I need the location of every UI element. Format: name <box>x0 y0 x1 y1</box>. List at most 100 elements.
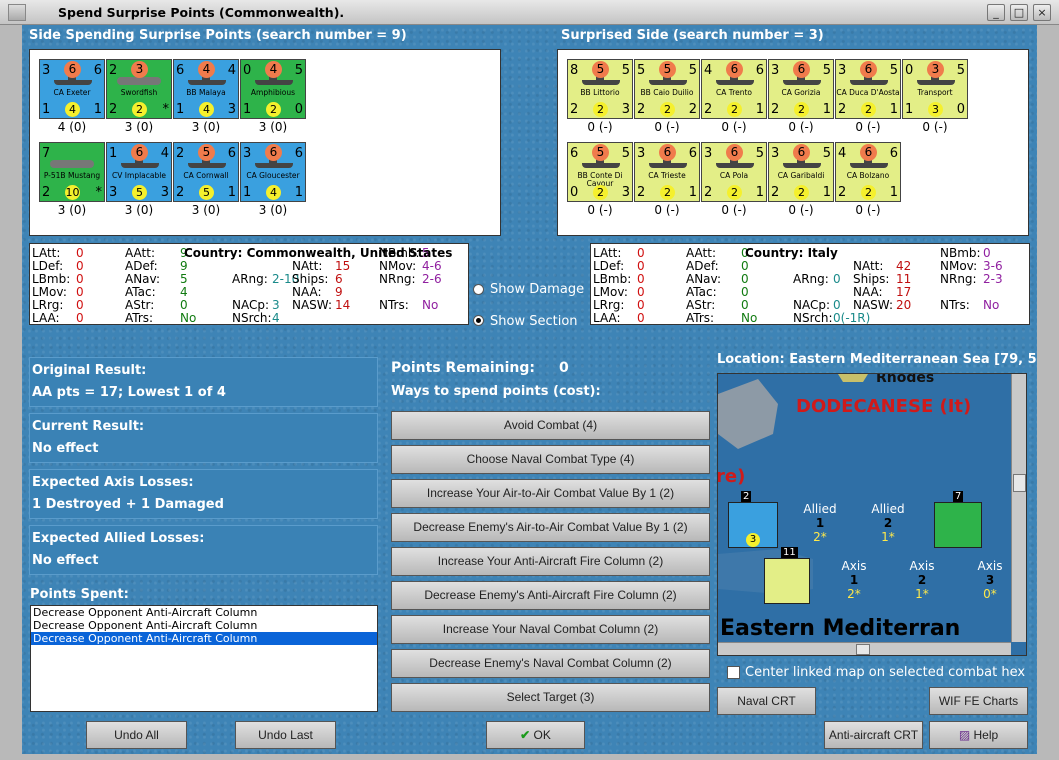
undo-last-button[interactable]: Undo Last <box>235 721 336 749</box>
points-remaining-label: Points Remaining: <box>391 360 536 376</box>
unit-counter[interactable]: 6 5 5 BB Conte Di Cavour 0 2 3 <box>567 142 633 202</box>
counter-bl: 1 <box>243 102 252 117</box>
spend-action-button[interactable]: Select Target (3) <box>391 683 710 712</box>
points-spent-item[interactable]: Decrease Opponent Anti-Aircraft Column <box>31 632 377 645</box>
center-linked-checkbox[interactable] <box>727 666 740 679</box>
counter-points-label: 0 (-) <box>922 120 948 134</box>
unit-counter[interactable]: 3 6 5 CA Duca D'Aosta 2 2 1 <box>835 59 901 119</box>
map-stack-axis[interactable]: 11 <box>764 547 810 604</box>
maximize-button[interactable]: □ <box>1010 4 1028 21</box>
points-spent-list[interactable]: Decrease Opponent Anti-Aircraft Column De… <box>30 605 378 712</box>
region-label: re) <box>717 466 746 487</box>
spend-action-button[interactable]: Choose Naval Combat Type (4) <box>391 445 710 474</box>
unit-counter[interactable]: 5 5 5 BB Caio Duilio 2 2 2 <box>634 59 700 119</box>
unit-counter[interactable]: 4 6 6 CA Bolzano 2 2 1 <box>835 142 901 202</box>
counter-tc: 6 <box>726 144 743 161</box>
stat-value: 0 <box>983 246 991 260</box>
stat-key: NRng: <box>379 272 416 286</box>
counter-br: 0 <box>956 102 965 117</box>
counter-bc: 2 <box>727 102 742 117</box>
unit-counter[interactable]: 4 6 6 CA Trento 2 2 1 <box>701 59 767 119</box>
ship-icon <box>582 76 620 85</box>
combat-slot-axis[interactable]: Axis 2 1* <box>894 559 950 601</box>
stat-key: ARng: <box>232 272 268 286</box>
counter-points-label: 0 (-) <box>788 120 814 134</box>
spend-action-button[interactable]: Increase Your Air-to-Air Combat Value By… <box>391 479 710 508</box>
vscroll-thumb[interactable] <box>1013 474 1026 492</box>
points-spent-item[interactable]: Decrease Opponent Anti-Aircraft Column <box>31 606 377 619</box>
counter-nm: CA Gorizia <box>781 88 821 97</box>
combat-slot-allied[interactable]: Allied 2 1* <box>860 502 916 544</box>
minimize-button[interactable]: _ <box>987 4 1005 21</box>
stat-value: 0 <box>637 285 645 299</box>
counter-br: 0 <box>294 102 303 117</box>
stack-count: 11 <box>781 547 798 558</box>
stat-value: No <box>422 298 439 312</box>
system-menu-icon[interactable] <box>8 4 26 21</box>
ways-label: Ways to spend points (cost): <box>391 384 601 399</box>
spend-action-button[interactable]: Decrease Enemy's Anti-Aircraft Fire Colu… <box>391 581 710 610</box>
ok-button[interactable]: ✔ OK <box>486 721 585 749</box>
anti-aircraft-crt-button[interactable]: Anti-aircraft CRT <box>824 721 923 749</box>
wif-fe-charts-button[interactable]: WIF FE Charts <box>929 687 1028 715</box>
sea-label: Eastern Mediterran <box>720 616 961 641</box>
stat-key: ARng: <box>793 272 829 286</box>
stat-key: AAtt: <box>686 246 716 260</box>
show-damage-radio[interactable] <box>473 284 484 295</box>
map-hscrollbar[interactable] <box>718 642 1011 655</box>
slot-line: 1* <box>915 587 929 601</box>
slot-line: 2* <box>847 587 861 601</box>
stat-key: LDef: <box>32 259 64 273</box>
spend-action-button[interactable]: Decrease Enemy's Naval Combat Column (2) <box>391 649 710 678</box>
undo-all-button[interactable]: Undo All <box>86 721 187 749</box>
show-section-radio[interactable] <box>473 315 484 326</box>
unit-counter[interactable]: 8 5 5 BB Littorio 2 2 3 <box>567 59 633 119</box>
combat-slot-allied[interactable]: Allied 1 2* <box>792 502 848 544</box>
spend-action-button[interactable]: Decrease Enemy's Air-to-Air Combat Value… <box>391 513 710 542</box>
close-button[interactable]: × <box>1033 4 1051 21</box>
unit-counter[interactable]: 0 3 5 Transport 1 3 0 <box>902 59 968 119</box>
unit-counter[interactable]: 3 6 5 CA Gorizia 2 2 1 <box>768 59 834 119</box>
unit-counter[interactable]: 3 6 6 CA Trieste 2 2 1 <box>634 142 700 202</box>
rhodes-land <box>838 374 868 382</box>
unit-counter[interactable]: 1 6 4 CV Implacable 3 5 3 <box>106 142 172 202</box>
spend-action-button[interactable]: Increase Your Naval Combat Column (2) <box>391 615 710 644</box>
counter-tc: 6 <box>793 61 810 78</box>
unit-counter[interactable]: 6 4 4 BB Malaya 1 4 3 <box>173 59 239 119</box>
unit-counter[interactable]: 0 4 5 Amphibious 1 2 0 <box>240 59 306 119</box>
counter-points-label: 3 (0) <box>124 120 154 134</box>
unit-counter[interactable]: 3 6 6 CA Gloucester 1 4 1 <box>240 142 306 202</box>
unit-counter[interactable]: 3 6 5 CA Pola 2 2 1 <box>701 142 767 202</box>
counter-points-label: 3 (0) <box>258 203 288 217</box>
unit-counter[interactable]: 2 3 Swordfish 2 2 * <box>106 59 172 119</box>
counter-tr: 5 <box>621 146 630 161</box>
unit-counter[interactable]: 2 5 6 CA Cornwall 2 5 1 <box>173 142 239 202</box>
combat-slot-axis[interactable]: Axis 1 2* <box>826 559 882 601</box>
stat-key: NAA: <box>292 285 322 299</box>
counter-br: * <box>162 102 170 117</box>
counter-tc: 6 <box>860 61 877 78</box>
combat-slot-axis[interactable]: Axis 3 0* <box>962 559 1018 601</box>
counter-bl: 2 <box>838 102 847 117</box>
unit-counter[interactable]: 7 P-51B Mustang 2 10 * <box>39 142 105 202</box>
stat-value: 15 <box>335 259 351 273</box>
counter-bl: 1 <box>176 102 185 117</box>
help-button[interactable]: ▨ Help <box>929 721 1028 749</box>
unit-counter[interactable]: 3 6 6 CA Exeter 1 4 1 <box>39 59 105 119</box>
hscroll-thumb[interactable] <box>856 644 870 655</box>
map-vscrollbar[interactable] <box>1011 374 1026 642</box>
naval-crt-button[interactable]: Naval CRT <box>717 687 816 715</box>
stat-key: LBmb: <box>32 272 71 286</box>
spend-action-button[interactable]: Avoid Combat (4) <box>391 411 710 440</box>
linked-map[interactable]: Rhodes DODECANESE (It) re) 2 3 7 11 Alli… <box>717 373 1027 656</box>
counter-tr: 5 <box>822 63 831 78</box>
spend-action-button[interactable]: Increase Your Anti-Aircraft Fire Column … <box>391 547 710 576</box>
map-stack-allied-b[interactable]: 7 <box>934 491 982 548</box>
counter-tc: 6 <box>131 144 148 161</box>
map-stack-allied-a[interactable]: 2 3 <box>728 491 778 548</box>
location-label: Location: Eastern Mediterranean Sea [79,… <box>717 352 1037 367</box>
counter-bc: 2 <box>794 102 809 117</box>
stat-value: 5 <box>180 272 188 286</box>
points-spent-item[interactable]: Decrease Opponent Anti-Aircraft Column <box>31 619 377 632</box>
unit-counter[interactable]: 3 6 5 CA Garibaldi 2 2 1 <box>768 142 834 202</box>
